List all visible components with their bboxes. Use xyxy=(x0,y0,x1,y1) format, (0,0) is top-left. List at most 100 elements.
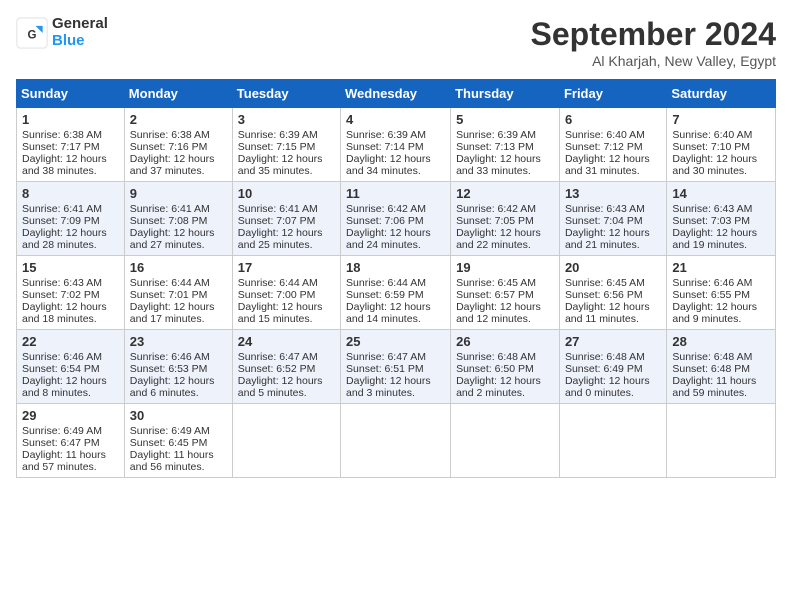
sunrise-text: Sunrise: 6:38 AM xyxy=(22,129,119,141)
logo-general: General xyxy=(52,16,108,33)
sunset-text: Sunset: 6:52 PM xyxy=(238,363,335,375)
day-number: 1 xyxy=(22,112,119,127)
calendar-cell xyxy=(667,404,776,478)
day-number: 4 xyxy=(346,112,445,127)
sunset-text: Sunset: 7:03 PM xyxy=(672,215,770,227)
sunrise-text: Sunrise: 6:43 AM xyxy=(22,277,119,289)
daylight-text: Daylight: 12 hours and 19 minutes. xyxy=(672,227,770,251)
day-number: 21 xyxy=(672,260,770,275)
sunset-text: Sunset: 7:04 PM xyxy=(565,215,661,227)
sunset-text: Sunset: 7:08 PM xyxy=(130,215,227,227)
calendar-cell: 16Sunrise: 6:44 AMSunset: 7:01 PMDayligh… xyxy=(124,256,232,330)
sunrise-text: Sunrise: 6:44 AM xyxy=(346,277,445,289)
daylight-text: Daylight: 12 hours and 2 minutes. xyxy=(456,375,554,399)
sunset-text: Sunset: 6:50 PM xyxy=(456,363,554,375)
sunrise-text: Sunrise: 6:47 AM xyxy=(346,351,445,363)
day-number: 12 xyxy=(456,186,554,201)
day-number: 24 xyxy=(238,334,335,349)
day-number: 6 xyxy=(565,112,661,127)
logo: G General Blue xyxy=(16,16,108,49)
day-number: 27 xyxy=(565,334,661,349)
calendar-cell: 1 Sunrise: 6:38 AMSunset: 7:17 PMDaylight… xyxy=(17,108,125,182)
calendar-cell: 17Sunrise: 6:44 AMSunset: 7:00 PMDayligh… xyxy=(232,256,340,330)
sunrise-text: Sunrise: 6:42 AM xyxy=(346,203,445,215)
sunset-text: Sunset: 6:51 PM xyxy=(346,363,445,375)
page-header: G General Blue September 2024 Al Kharjah… xyxy=(16,16,776,69)
calendar-cell: 12Sunrise: 6:42 AMSunset: 7:05 PMDayligh… xyxy=(451,182,560,256)
daylight-text: Daylight: 11 hours and 59 minutes. xyxy=(672,375,770,399)
sunrise-text: Sunrise: 6:45 AM xyxy=(565,277,661,289)
sunrise-text: Sunrise: 6:41 AM xyxy=(22,203,119,215)
sunrise-text: Sunrise: 6:48 AM xyxy=(565,351,661,363)
sunrise-text: Sunrise: 6:49 AM xyxy=(130,425,227,437)
sunset-text: Sunset: 6:54 PM xyxy=(22,363,119,375)
calendar-cell: 3Sunrise: 6:39 AMSunset: 7:15 PMDaylight… xyxy=(232,108,340,182)
calendar-header-row: SundayMondayTuesdayWednesdayThursdayFrid… xyxy=(17,80,776,108)
calendar-cell: 6Sunrise: 6:40 AMSunset: 7:12 PMDaylight… xyxy=(559,108,666,182)
day-number: 28 xyxy=(672,334,770,349)
daylight-text: Daylight: 12 hours and 21 minutes. xyxy=(565,227,661,251)
sunrise-text: Sunrise: 6:41 AM xyxy=(130,203,227,215)
daylight-text: Daylight: 12 hours and 9 minutes. xyxy=(672,301,770,325)
sunrise-text: Sunrise: 6:39 AM xyxy=(346,129,445,141)
sunrise-text: Sunrise: 6:39 AM xyxy=(238,129,335,141)
daylight-text: Daylight: 12 hours and 24 minutes. xyxy=(346,227,445,251)
sunrise-text: Sunrise: 6:43 AM xyxy=(672,203,770,215)
day-number: 11 xyxy=(346,186,445,201)
daylight-text: Daylight: 12 hours and 22 minutes. xyxy=(456,227,554,251)
calendar-week-4: 22Sunrise: 6:46 AMSunset: 6:54 PMDayligh… xyxy=(17,330,776,404)
daylight-text: Daylight: 12 hours and 33 minutes. xyxy=(456,153,554,177)
sunrise-text: Sunrise: 6:48 AM xyxy=(672,351,770,363)
sunset-text: Sunset: 7:12 PM xyxy=(565,141,661,153)
sunset-text: Sunset: 6:59 PM xyxy=(346,289,445,301)
daylight-text: Daylight: 12 hours and 38 minutes. xyxy=(22,153,119,177)
day-number: 26 xyxy=(456,334,554,349)
calendar-cell: 9Sunrise: 6:41 AMSunset: 7:08 PMDaylight… xyxy=(124,182,232,256)
sunrise-text: Sunrise: 6:44 AM xyxy=(130,277,227,289)
day-number: 10 xyxy=(238,186,335,201)
calendar-cell: 19Sunrise: 6:45 AMSunset: 6:57 PMDayligh… xyxy=(451,256,560,330)
daylight-text: Daylight: 11 hours and 57 minutes. xyxy=(22,449,119,473)
day-number: 19 xyxy=(456,260,554,275)
sunset-text: Sunset: 6:57 PM xyxy=(456,289,554,301)
daylight-text: Daylight: 12 hours and 15 minutes. xyxy=(238,301,335,325)
daylight-text: Daylight: 12 hours and 18 minutes. xyxy=(22,301,119,325)
calendar-cell: 14Sunrise: 6:43 AMSunset: 7:03 PMDayligh… xyxy=(667,182,776,256)
sunset-text: Sunset: 7:17 PM xyxy=(22,141,119,153)
daylight-text: Daylight: 12 hours and 27 minutes. xyxy=(130,227,227,251)
calendar-cell: 20Sunrise: 6:45 AMSunset: 6:56 PMDayligh… xyxy=(559,256,666,330)
calendar-header-saturday: Saturday xyxy=(667,80,776,108)
sunset-text: Sunset: 7:13 PM xyxy=(456,141,554,153)
calendar-cell: 18Sunrise: 6:44 AMSunset: 6:59 PMDayligh… xyxy=(341,256,451,330)
daylight-text: Daylight: 12 hours and 37 minutes. xyxy=(130,153,227,177)
daylight-text: Daylight: 12 hours and 8 minutes. xyxy=(22,375,119,399)
sunset-text: Sunset: 7:09 PM xyxy=(22,215,119,227)
daylight-text: Daylight: 12 hours and 14 minutes. xyxy=(346,301,445,325)
calendar-cell xyxy=(341,404,451,478)
sunrise-text: Sunrise: 6:40 AM xyxy=(672,129,770,141)
calendar-cell: 10Sunrise: 6:41 AMSunset: 7:07 PMDayligh… xyxy=(232,182,340,256)
logo-text: General Blue xyxy=(52,16,108,49)
sunrise-text: Sunrise: 6:49 AM xyxy=(22,425,119,437)
day-number: 8 xyxy=(22,186,119,201)
day-number: 17 xyxy=(238,260,335,275)
sunrise-text: Sunrise: 6:46 AM xyxy=(22,351,119,363)
sunrise-text: Sunrise: 6:42 AM xyxy=(456,203,554,215)
day-number: 3 xyxy=(238,112,335,127)
sunrise-text: Sunrise: 6:45 AM xyxy=(456,277,554,289)
calendar-cell: 22 Sunrise: 6:46 AMSunset: 6:54 PMDayligh… xyxy=(17,330,125,404)
sunset-text: Sunset: 7:06 PM xyxy=(346,215,445,227)
sunrise-text: Sunrise: 6:41 AM xyxy=(238,203,335,215)
calendar-week-5: 29Sunrise: 6:49 AMSunset: 6:47 PMDayligh… xyxy=(17,404,776,478)
sunset-text: Sunset: 7:14 PM xyxy=(346,141,445,153)
daylight-text: Daylight: 12 hours and 34 minutes. xyxy=(346,153,445,177)
sunset-text: Sunset: 7:15 PM xyxy=(238,141,335,153)
sunrise-text: Sunrise: 6:47 AM xyxy=(238,351,335,363)
daylight-text: Daylight: 12 hours and 0 minutes. xyxy=(565,375,661,399)
month-title: September 2024 xyxy=(531,16,776,53)
calendar-cell xyxy=(559,404,666,478)
day-number: 29 xyxy=(22,408,119,423)
day-number: 22 xyxy=(22,334,119,349)
calendar-cell: 28Sunrise: 6:48 AMSunset: 6:48 PMDayligh… xyxy=(667,330,776,404)
calendar-cell: 4 Sunrise: 6:39 AMSunset: 7:14 PMDaylight… xyxy=(341,108,451,182)
